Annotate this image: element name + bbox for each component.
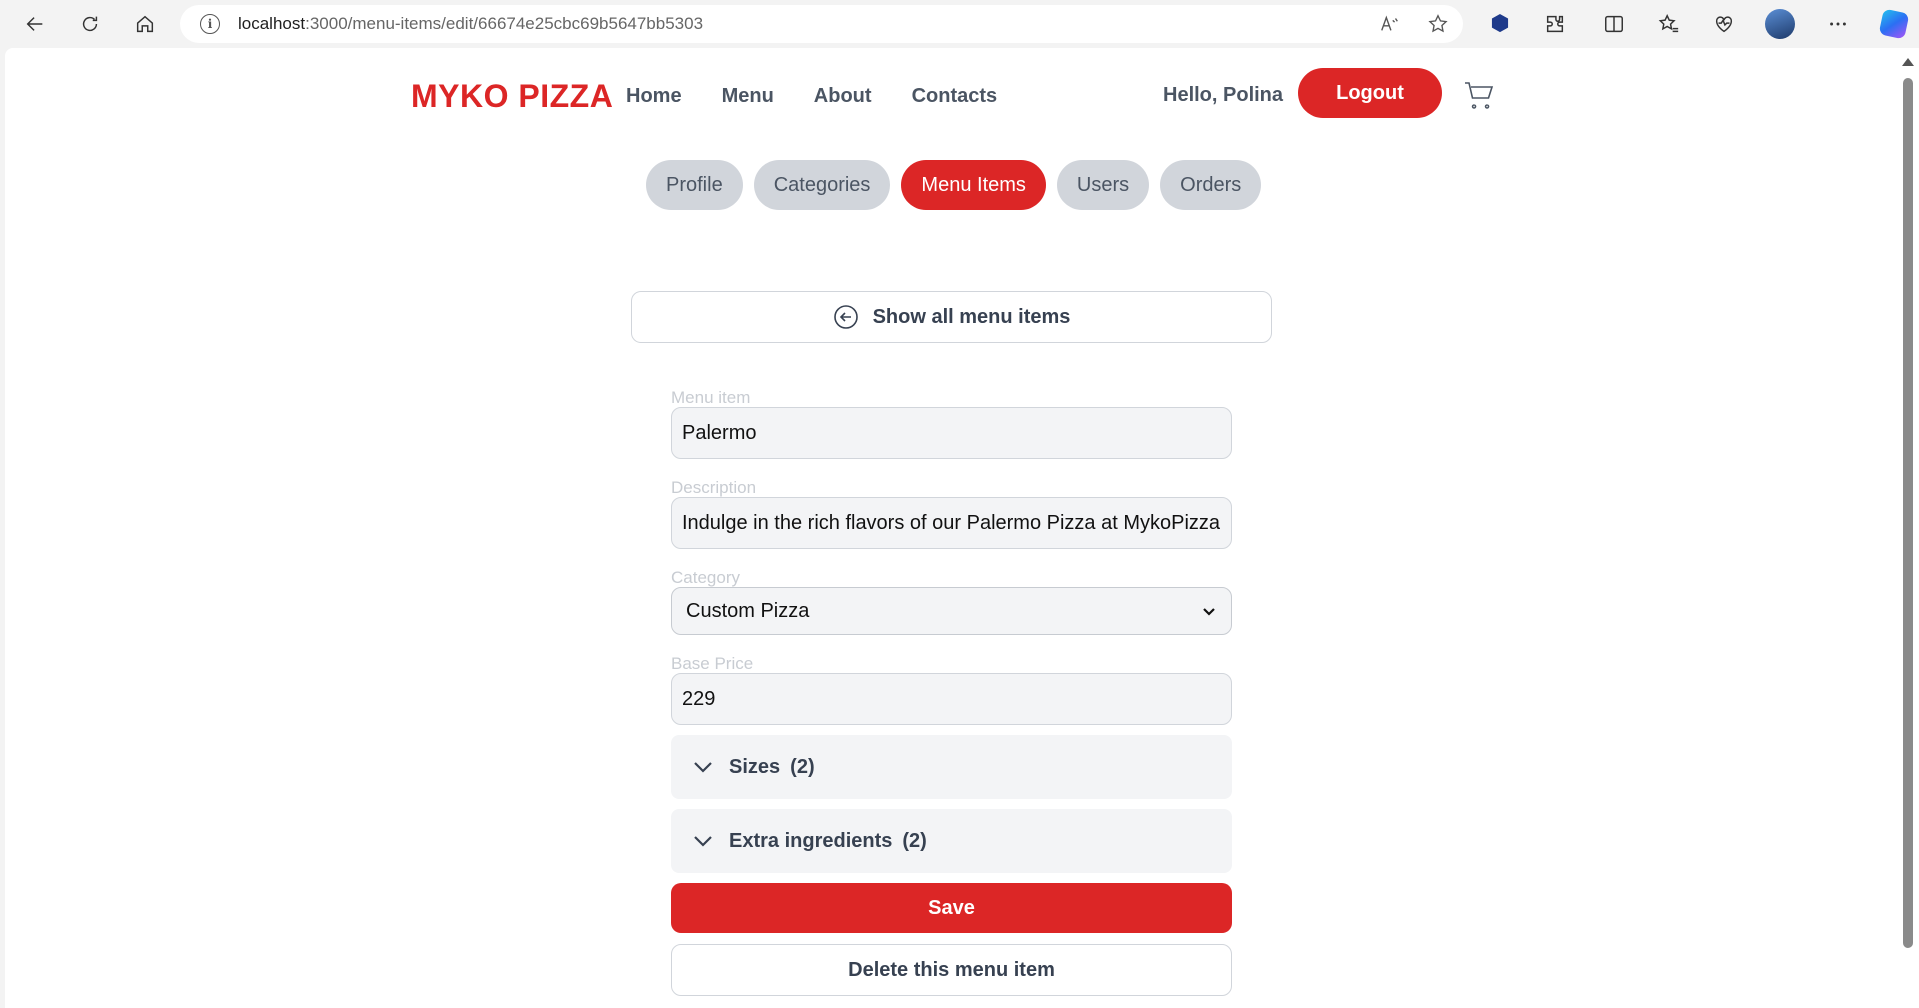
description-label: Description <box>671 478 757 497</box>
tab-orders[interactable]: Orders <box>1160 160 1262 210</box>
tab-users[interactable]: Users <box>1056 160 1150 210</box>
user-greeting[interactable]: Hello, Polina <box>1163 84 1283 107</box>
sizes-toggle[interactable]: Sizes (2) <box>671 735 1232 799</box>
home-icon[interactable] <box>127 6 163 42</box>
base-price-input[interactable]: 229 <box>671 673 1232 725</box>
profile-avatar[interactable] <box>1762 6 1798 42</box>
refresh-icon[interactable] <box>72 6 108 42</box>
menu-item-form: Menu item Palermo Description Indulge in… <box>671 388 1232 996</box>
chevron-down-icon <box>1203 608 1215 616</box>
category-label: Category <box>671 568 740 587</box>
copilot-icon[interactable] <box>1876 6 1912 42</box>
show-all-menu-items-button[interactable]: Show all menu items <box>631 291 1272 343</box>
menu-item-name-input[interactable]: Palermo <box>671 407 1232 459</box>
url-host: localhost <box>238 14 306 33</box>
url-text[interactable]: localhost:3000/menu-items/edit/66674e25c… <box>238 14 703 34</box>
nav-about[interactable]: About <box>814 85 872 108</box>
nav-contacts[interactable]: Contacts <box>912 85 998 108</box>
browser-toolbar: i localhost:3000/menu-items/edit/66674e2… <box>0 0 1919 48</box>
nav-menu[interactable]: Menu <box>722 85 774 108</box>
tab-profile[interactable]: Profile <box>646 160 743 210</box>
arrow-left-circle-icon <box>833 304 859 330</box>
show-all-label: Show all menu items <box>872 305 1071 328</box>
site-logo[interactable]: MYKO PIZZA <box>411 78 613 115</box>
extra-ingredients-toggle[interactable]: Extra ingredients (2) <box>671 809 1232 873</box>
chevron-down-icon <box>694 836 712 847</box>
read-aloud-icon[interactable] <box>1379 13 1401 40</box>
back-icon[interactable] <box>17 6 53 42</box>
sizes-count: (2) <box>790 755 815 778</box>
info-icon[interactable]: i <box>200 14 220 34</box>
scrollbar[interactable] <box>1896 48 1919 1008</box>
url-path: :3000/menu-items/edit/66674e25cbc69b5647… <box>305 14 704 33</box>
admin-tabs: Profile Categories Menu Items Users Orde… <box>646 160 1262 210</box>
page-viewport: MYKO PIZZA Home Menu About Contacts Hell… <box>5 48 1896 1008</box>
category-selected-value: Custom Pizza <box>686 599 810 622</box>
category-select[interactable]: Custom Pizza <box>671 587 1232 635</box>
cart-icon[interactable] <box>1463 78 1495 110</box>
tab-categories[interactable]: Categories <box>753 160 891 210</box>
base-price-label: Base Price <box>671 654 754 673</box>
main-nav: Home Menu About Contacts <box>626 85 1037 108</box>
puzzle-icon[interactable] <box>1537 6 1573 42</box>
scroll-up-icon[interactable] <box>1902 58 1914 66</box>
delete-menu-item-button[interactable]: Delete this menu item <box>671 944 1232 996</box>
favorites-icon[interactable] <box>1651 6 1687 42</box>
chevron-down-icon <box>694 762 712 773</box>
sizes-label: Sizes <box>729 755 781 778</box>
description-input[interactable]: Indulge in the rich flavors of our Paler… <box>671 497 1232 549</box>
split-screen-icon[interactable] <box>1596 6 1632 42</box>
address-bar[interactable]: i localhost:3000/menu-items/edit/66674e2… <box>180 5 1463 43</box>
scrollbar-thumb[interactable] <box>1903 78 1913 948</box>
more-icon[interactable] <box>1820 6 1856 42</box>
menu-item-label: Menu item <box>671 388 751 407</box>
logout-button[interactable]: Logout <box>1298 68 1442 118</box>
tab-menu-items[interactable]: Menu Items <box>901 160 1046 210</box>
browser-essentials-icon[interactable] <box>1706 6 1742 42</box>
save-button[interactable]: Save <box>671 883 1232 933</box>
extras-count: (2) <box>902 829 927 852</box>
nav-home[interactable]: Home <box>626 85 682 108</box>
extension-icon[interactable] <box>1482 6 1518 42</box>
favorite-star-icon[interactable] <box>1427 13 1449 40</box>
extras-label: Extra ingredients <box>729 829 893 852</box>
